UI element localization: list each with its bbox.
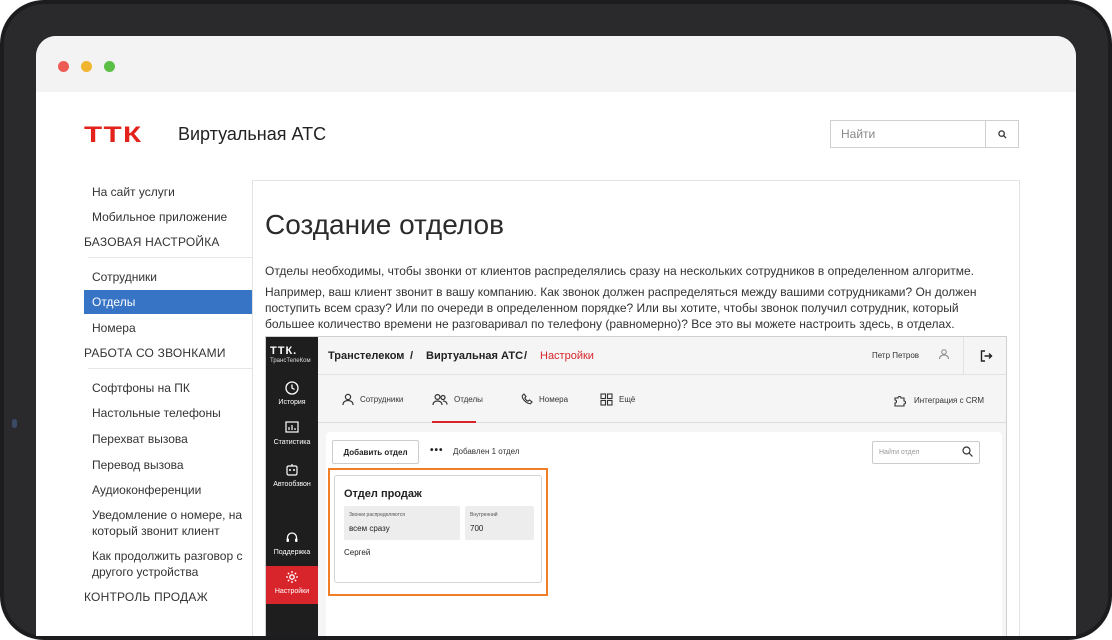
article: Создание отделов Отделы необходимы, чтоб…	[252, 180, 1020, 636]
app-nav-statistics[interactable]: Статистика	[266, 421, 318, 446]
app-logo-subtitle: ТрансТелеКом	[270, 358, 311, 364]
tab-label: Сотрудники	[360, 395, 404, 404]
browser-toolbar	[36, 36, 1076, 92]
sidebar-item-softphones[interactable]: Софтфоны на ПК	[92, 380, 252, 396]
app-nav-label: Автообзвон	[273, 481, 311, 488]
field-value: 700	[470, 524, 484, 533]
search-button[interactable]	[986, 120, 1019, 148]
sidebar-item-numbers[interactable]: Номера	[92, 320, 252, 336]
article-paragraph: Отделы необходимы, чтобы звонки от клиен…	[265, 264, 974, 278]
app-nav-history[interactable]: История	[266, 381, 318, 406]
app-nav-autodialer[interactable]: Автообзвон	[266, 463, 318, 488]
app-nav-label: Статистика	[273, 439, 311, 446]
user-icon[interactable]	[938, 348, 950, 360]
tab-label: Номера	[539, 394, 569, 404]
minimize-window-button[interactable]	[81, 61, 92, 72]
close-window-button[interactable]	[58, 61, 69, 72]
robot-icon	[286, 464, 298, 476]
field-label: Внутренний	[470, 512, 498, 518]
section-sales-control[interactable]: КОНТРОЛЬ ПРОДАЖ	[84, 590, 208, 604]
tab-departments[interactable]: Отделы	[432, 393, 483, 406]
more-options-button[interactable]: •••	[430, 445, 444, 456]
divider	[88, 257, 252, 258]
gear-icon	[286, 571, 298, 583]
app-sidebar: ТТК. ТрансТелеКом История Статистика Авт…	[266, 337, 318, 636]
tab-label: Ещё	[619, 395, 636, 404]
chart-icon	[285, 421, 299, 433]
screen: ТТК Виртуальная АТС Найти На сайт услуги…	[36, 36, 1076, 636]
breadcrumb-item[interactable]: Виртуальная АТС	[426, 350, 523, 362]
grid-icon	[600, 393, 613, 406]
sidebar-item-conferences[interactable]: Аудиоконференции	[92, 482, 252, 498]
sidebar-item-departments[interactable]: Отделы	[84, 290, 252, 314]
tab-more[interactable]: Ещё	[600, 393, 635, 406]
divider	[88, 368, 252, 369]
clock-icon	[285, 381, 299, 395]
app-topbar: Транстелеком / Виртуальная АТС / Настрой…	[318, 337, 1006, 375]
sidebar-item-employees[interactable]: Сотрудники	[92, 269, 252, 285]
breadcrumb-item[interactable]: Транстелеком	[328, 350, 404, 362]
app-nav-support[interactable]: Поддержка	[266, 531, 318, 556]
tab-numbers[interactable]: Номера	[521, 393, 568, 405]
sidebar-item-continue-call[interactable]: Как продолжить разговор с другого устрой…	[92, 548, 252, 580]
breadcrumb-separator: /	[524, 350, 528, 362]
app-nav-label: Поддержка	[273, 549, 311, 556]
crm-label: Интеграция с CRM	[914, 396, 985, 405]
user-name[interactable]: Петр Петров	[872, 351, 919, 360]
ttk-logo[interactable]: ТТК	[84, 122, 142, 148]
app-screenshot: ТТК. ТрансТелеКом История Статистика Авт…	[265, 336, 1007, 636]
sidebar-item-call-transfer[interactable]: Перевод вызова	[92, 457, 252, 473]
page-title: Создание отделов	[265, 209, 504, 240]
maximize-window-button[interactable]	[104, 61, 115, 72]
internal-number-field: Внутренний 700	[465, 506, 534, 540]
departments-count: Добавлен 1 отдел	[453, 447, 520, 456]
field-label: Звонки распределяются	[349, 512, 405, 518]
site-title: Виртуальная АТС	[178, 124, 327, 144]
breadcrumb-separator: /	[410, 350, 414, 362]
sidebar-item-desk-phones[interactable]: Настольные телефоны	[92, 405, 252, 421]
puzzle-icon	[894, 396, 906, 407]
app-tabs: Сотрудники Отделы Номера Ещё Интеграция …	[318, 375, 1006, 423]
article-paragraph: Например, ваш клиент звонит в вашу компа…	[265, 285, 977, 331]
add-department-button[interactable]: Добавить отдел	[332, 440, 419, 464]
sidebar-item-call-pickup[interactable]: Перехват вызова	[92, 431, 252, 447]
breadcrumb-current: Настройки	[540, 350, 594, 362]
headset-icon	[286, 532, 298, 542]
group-icon	[432, 393, 448, 406]
sidebar-link-service-site[interactable]: На сайт услуги	[92, 184, 252, 200]
tab-label: Отделы	[454, 395, 483, 404]
logout-icon	[980, 350, 993, 362]
camera-dot	[12, 419, 17, 428]
sidebar-item-number-notification[interactable]: Уведомление о номере, на который звонит …	[92, 507, 252, 539]
phone-icon	[521, 393, 533, 405]
person-icon	[342, 393, 354, 406]
search-icon[interactable]	[962, 446, 973, 457]
tab-employees[interactable]: Сотрудники	[342, 393, 403, 406]
app-nav-label: Настройки	[274, 588, 310, 595]
section-basic-setup[interactable]: БАЗОВАЯ НАСТРОЙКА	[84, 235, 220, 249]
crm-integration-link[interactable]: Интеграция с CRM	[893, 393, 984, 408]
department-card[interactable]: Отдел продаж Звонки распределяются всем …	[334, 475, 542, 583]
departments-panel: Добавить отдел ••• Добавлен 1 отдел Найт…	[326, 432, 1002, 636]
search-icon	[997, 129, 1007, 139]
field-value: всем сразу	[349, 524, 390, 533]
section-calls[interactable]: РАБОТА СО ЗВОНКАМИ	[84, 346, 226, 360]
department-member: Сергей	[344, 548, 371, 557]
app-logo: ТТК.	[270, 345, 298, 357]
distribution-field: Звонки распределяются всем сразу	[344, 506, 460, 540]
app-nav-settings[interactable]: Настройки	[266, 566, 318, 604]
logout-button[interactable]	[963, 337, 1006, 375]
search-input[interactable]: Найти	[830, 120, 986, 148]
active-tab-indicator	[432, 421, 476, 423]
site-header: ТТК Виртуальная АТС Найти	[36, 92, 1076, 176]
sidebar-link-mobile-app[interactable]: Мобильное приложение	[92, 209, 252, 225]
app-nav-label: История	[278, 399, 306, 406]
department-name: Отдел продаж	[344, 488, 422, 500]
